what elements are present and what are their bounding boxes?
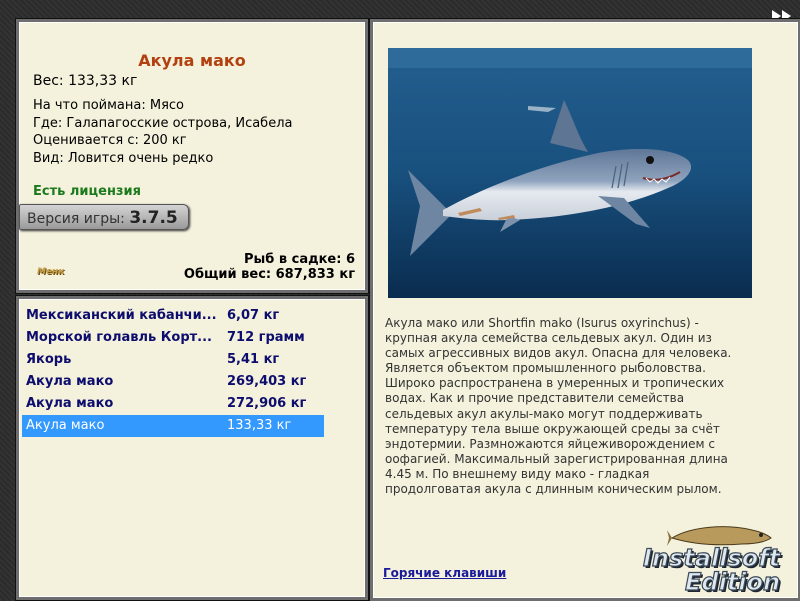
description-panel: Акула мако или Shortfin mako (Isurus oxy…	[370, 19, 800, 601]
catch-item-name: Акула мако	[26, 374, 114, 389]
catch-item-name: Морской голавль Корт...	[26, 330, 212, 345]
fish-info-panel: Акула мако Вес: 133,33 кг На что поймана…	[16, 19, 368, 293]
hotkeys-link[interactable]: Горячие клавиши	[383, 566, 506, 580]
catch-item-name: Якорь	[26, 352, 72, 367]
cage-count: Рыб в садке: 6	[243, 252, 355, 267]
bait-line: На что поймана: Мясо	[33, 98, 185, 113]
small-logo: Менк	[37, 267, 65, 277]
installsoft-watermark: Installsoft Edition	[642, 520, 798, 598]
catch-item-weight: 6,07 кг	[227, 308, 280, 323]
catch-list-item[interactable]: Морской голавль Корт... 712 грамм	[22, 327, 324, 349]
catch-item-name: Мексиканский кабанчи...	[26, 308, 216, 323]
value-line: Оценивается с: 200 кг	[33, 133, 187, 148]
catch-item-name: Акула мако	[26, 418, 105, 433]
cage-total-weight: Общий вес: 687,833 кг	[183, 267, 355, 282]
catch-list-item[interactable]: Акула мако 269,403 кг	[22, 371, 324, 393]
catch-item-name: Акула мако	[26, 396, 114, 411]
version-number: 3.7.5	[129, 208, 178, 228]
catch-item-weight: 272,906 кг	[227, 396, 307, 411]
rarity-line: Вид: Ловится очень редко	[33, 150, 214, 166]
place-line: Где: Галапагосские острова, Исабела	[33, 115, 293, 131]
version-badge: Версия игры: 3.7.5	[19, 204, 189, 230]
catch-item-weight: 133,33 кг	[227, 418, 292, 433]
fish-description: Акула мако или Shortfin mako (Isurus oxy…	[385, 316, 732, 497]
version-label: Версия игры:	[27, 211, 125, 227]
cage-summary: Рыб в садке: 6 Общий вес: 687,833 кг	[184, 252, 355, 282]
fish-weight: Вес: 133,33 кг	[33, 73, 138, 89]
catch-list-item[interactable]: Мексиканский кабанчи... 6,07 кг	[22, 305, 324, 327]
catch-list-item[interactable]: Якорь 5,41 кг	[22, 349, 324, 371]
license-status: Есть лицензия	[33, 184, 141, 199]
catch-list-item[interactable]: Акула мако 272,906 кг	[22, 393, 324, 415]
watermark-line2: Edition	[684, 567, 781, 596]
shark-photo	[388, 48, 752, 298]
catch-list-panel: Мексиканский кабанчи... 6,07 кг Морской го…	[16, 296, 368, 600]
catch-item-weight: 712 грамм	[227, 330, 305, 345]
catch-item-weight: 269,403 кг	[227, 374, 307, 389]
catch-list-item[interactable]: Акула мако 133,33 кг	[22, 415, 324, 437]
fish-name: Акула мако	[138, 51, 246, 70]
fish-facts: На что поймана: Мясо Где: Галапагосские …	[33, 97, 292, 167]
catch-item-weight: 5,41 кг	[227, 352, 280, 367]
